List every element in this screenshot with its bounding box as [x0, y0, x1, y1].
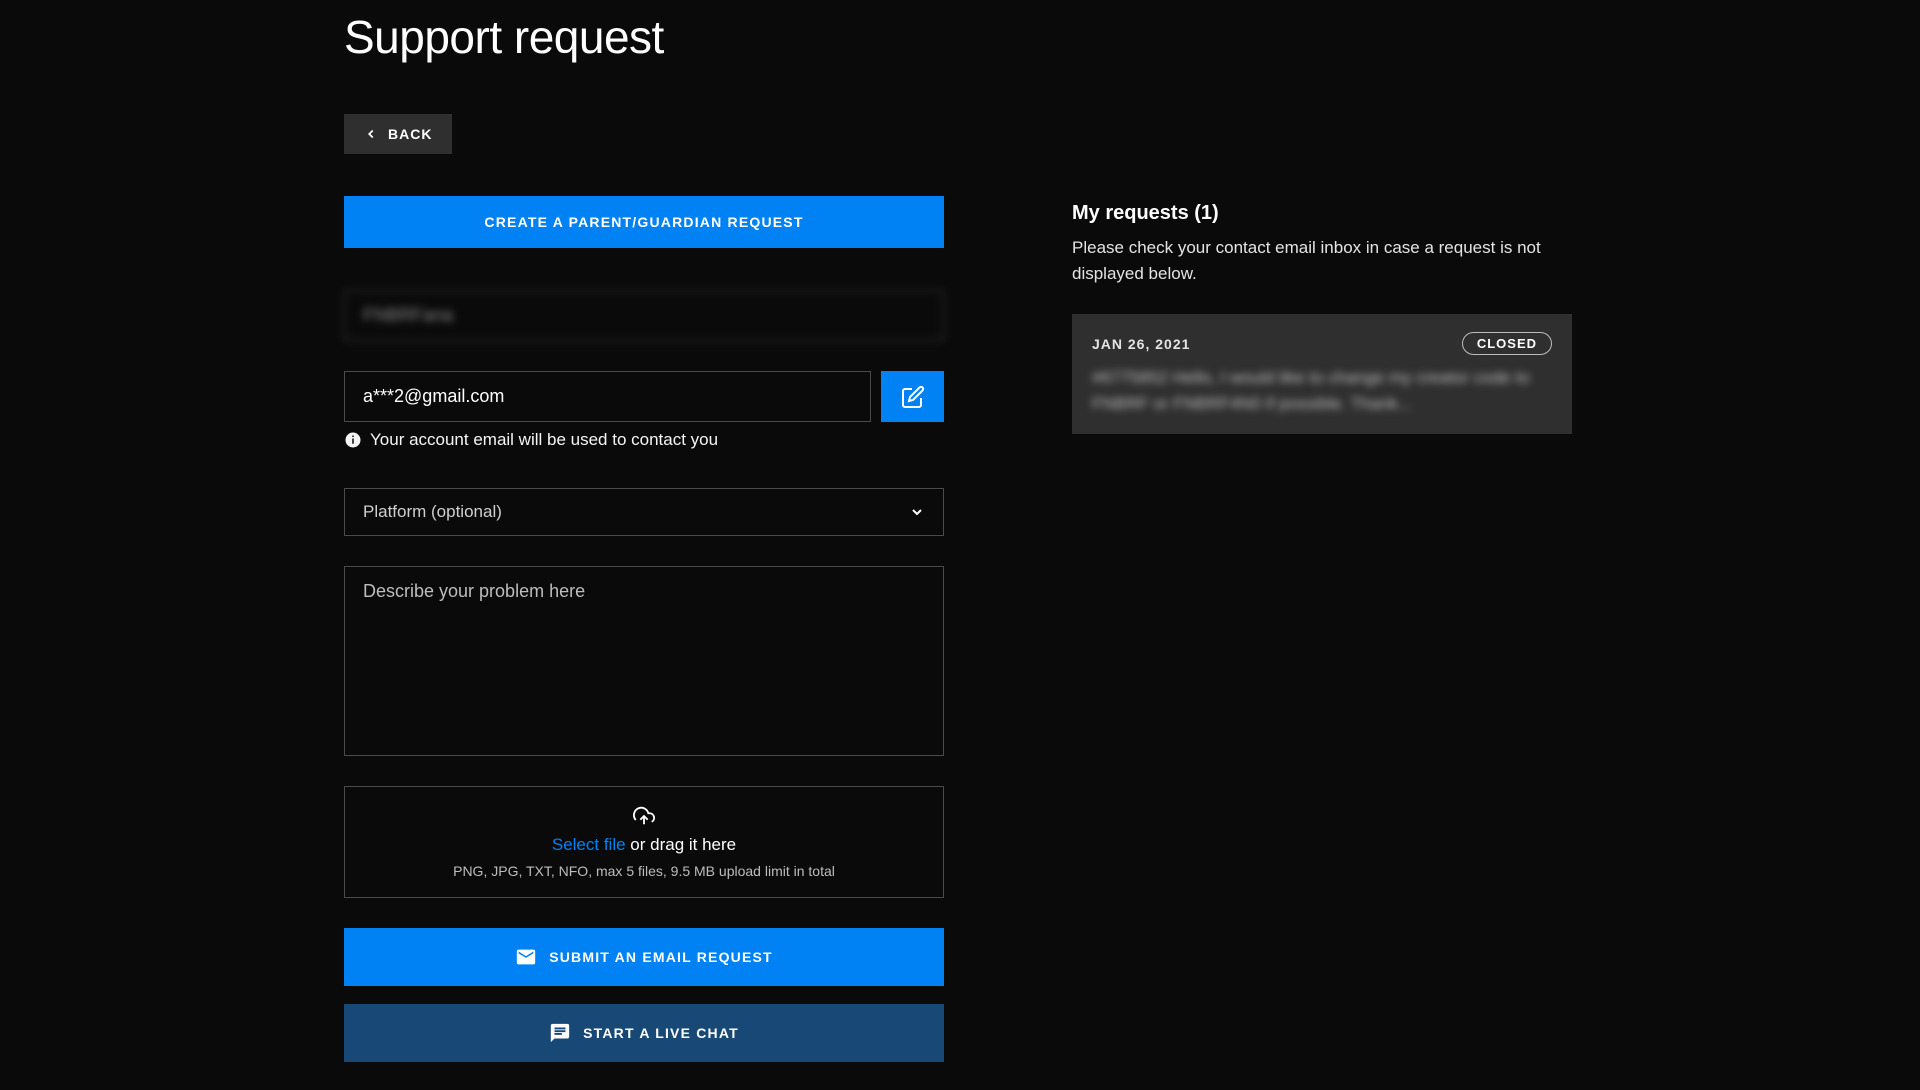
edit-email-button[interactable]	[881, 371, 944, 422]
info-icon	[344, 431, 362, 449]
mail-icon	[515, 946, 537, 968]
upload-drag-text: or drag it here	[626, 835, 737, 854]
email-hint-text: Your account email will be used to conta…	[370, 430, 718, 450]
upload-formats-hint: PNG, JPG, TXT, NFO, max 5 files, 9.5 MB …	[453, 863, 835, 879]
email-hint: Your account email will be used to conta…	[344, 430, 944, 450]
edit-icon	[901, 385, 925, 409]
username-field: FNBRFana	[344, 290, 944, 341]
start-live-chat-button[interactable]: START A LIVE CHAT	[344, 1004, 944, 1062]
page-title: Support request	[344, 10, 1576, 64]
my-requests-subtitle: Please check your contact email inbox in…	[1072, 235, 1572, 286]
submit-email-request-label: SUBMIT AN EMAIL REQUEST	[549, 949, 773, 965]
platform-select-label: Platform (optional)	[363, 502, 502, 522]
description-textarea[interactable]	[344, 566, 944, 756]
submit-email-request-button[interactable]: SUBMIT AN EMAIL REQUEST	[344, 928, 944, 986]
request-date: JAN 26, 2021	[1092, 336, 1190, 352]
select-file-link[interactable]: Select file	[552, 835, 626, 854]
start-live-chat-label: START A LIVE CHAT	[583, 1025, 739, 1041]
email-field[interactable]	[344, 371, 871, 422]
chevron-down-icon	[909, 504, 925, 520]
create-parent-guardian-label: CREATE A PARENT/GUARDIAN REQUEST	[484, 214, 803, 230]
upload-line: Select file or drag it here	[552, 835, 736, 855]
status-badge: CLOSED	[1462, 332, 1552, 355]
back-button-label: BACK	[388, 126, 432, 142]
upload-cloud-icon	[633, 805, 655, 827]
my-requests-title: My requests (1)	[1072, 202, 1576, 225]
chevron-left-icon	[364, 127, 378, 141]
form-column: CREATE A PARENT/GUARDIAN REQUEST FNBRFan…	[344, 196, 944, 1062]
create-parent-guardian-button[interactable]: CREATE A PARENT/GUARDIAN REQUEST	[344, 196, 944, 248]
platform-select[interactable]: Platform (optional)	[344, 488, 944, 536]
chat-icon	[549, 1022, 571, 1044]
back-button[interactable]: BACK	[344, 114, 452, 154]
request-body: #6775852 Hello, I would like to change m…	[1092, 365, 1552, 416]
file-upload-dropzone[interactable]: Select file or drag it here PNG, JPG, TX…	[344, 786, 944, 898]
request-card[interactable]: JAN 26, 2021 CLOSED #6775852 Hello, I wo…	[1072, 314, 1572, 434]
my-requests-column: My requests (1) Please check your contac…	[1072, 196, 1576, 1062]
